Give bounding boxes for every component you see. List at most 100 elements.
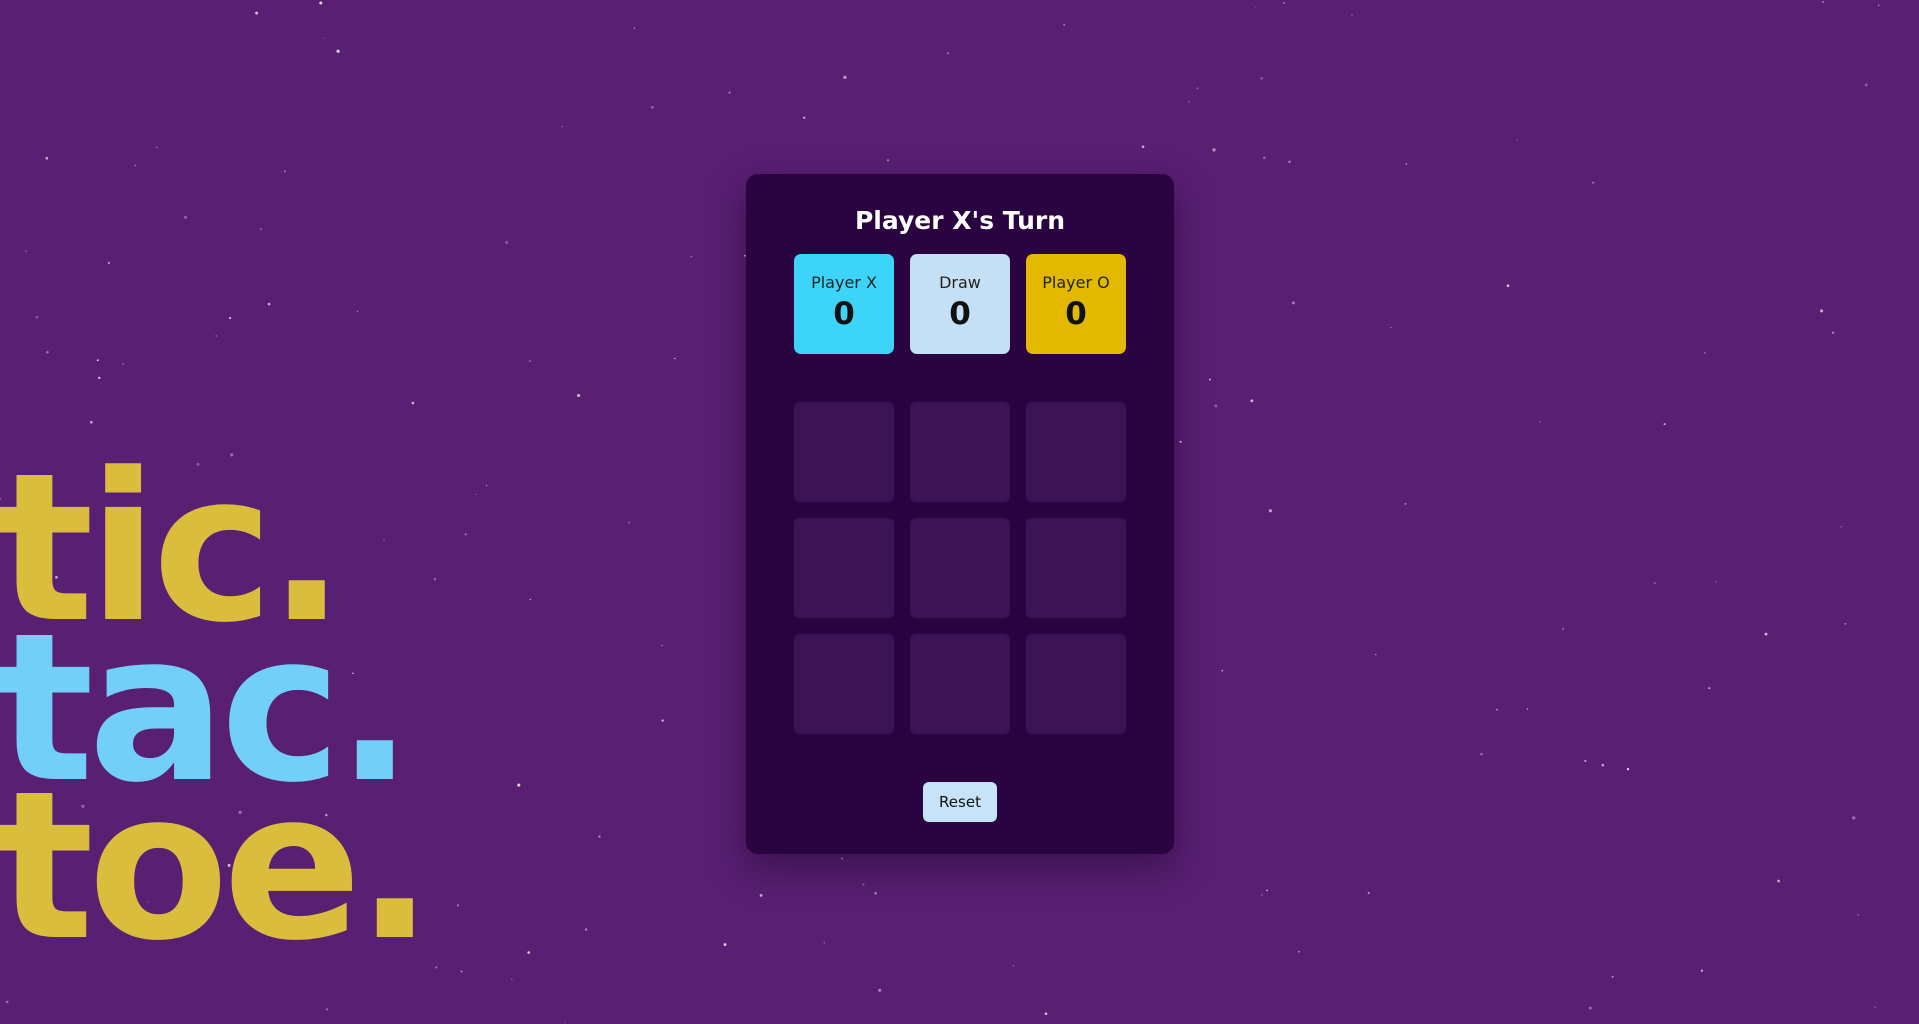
board-cell[interactable]	[1026, 402, 1126, 502]
board-cell[interactable]	[910, 634, 1010, 734]
star	[886, 159, 890, 162]
reset-button[interactable]: Reset	[923, 782, 997, 822]
star	[1584, 759, 1587, 763]
star	[435, 966, 438, 969]
star	[1390, 326, 1392, 329]
star	[1561, 627, 1565, 631]
star	[122, 363, 124, 366]
star	[1480, 752, 1483, 756]
star	[862, 883, 865, 886]
star	[1588, 1006, 1592, 1010]
star	[633, 27, 636, 29]
star	[1708, 687, 1711, 690]
star	[464, 533, 467, 536]
star	[98, 376, 101, 380]
star	[511, 978, 513, 981]
star	[460, 970, 463, 973]
star	[433, 577, 437, 581]
board-cell[interactable]	[910, 402, 1010, 502]
star	[1404, 503, 1407, 505]
score-value: 0	[1065, 296, 1087, 332]
star	[505, 240, 509, 244]
star	[1539, 421, 1541, 423]
star	[1250, 399, 1254, 403]
star	[325, 813, 328, 817]
star	[1260, 894, 1263, 896]
star	[1351, 14, 1353, 16]
star	[147, 901, 149, 903]
star	[1063, 23, 1066, 26]
star	[5, 1000, 9, 1004]
score-card-draw: Draw 0	[910, 254, 1010, 354]
star	[690, 255, 693, 258]
star	[284, 170, 286, 173]
star	[1864, 83, 1868, 87]
star	[242, 744, 246, 748]
star	[134, 164, 136, 167]
star	[1141, 145, 1145, 149]
star	[1857, 914, 1859, 916]
board-cell[interactable]	[1026, 518, 1126, 618]
star	[1260, 77, 1263, 80]
star	[215, 335, 217, 337]
star	[1516, 139, 1518, 141]
star	[878, 988, 882, 992]
star	[598, 835, 601, 838]
star	[527, 951, 530, 954]
star	[325, 1008, 329, 1011]
board-cell[interactable]	[794, 634, 894, 734]
star	[823, 941, 825, 944]
star	[25, 250, 27, 252]
star	[584, 928, 588, 931]
star	[1874, 1006, 1876, 1009]
star	[1188, 101, 1190, 103]
star	[1214, 404, 1218, 408]
star	[1611, 975, 1614, 978]
score-label: Draw	[939, 273, 981, 292]
score-label: Player O	[1042, 273, 1110, 292]
star	[1715, 581, 1717, 583]
star	[759, 894, 763, 897]
star	[1653, 582, 1656, 585]
score-label: Player X	[811, 273, 877, 292]
star	[1764, 632, 1768, 636]
score-value: 0	[833, 296, 855, 332]
board-cell[interactable]	[794, 402, 894, 502]
star	[728, 91, 731, 94]
star	[1822, 0, 1824, 3]
star	[1268, 509, 1272, 513]
star	[55, 575, 58, 579]
star	[96, 359, 99, 362]
star	[485, 484, 488, 487]
star	[802, 116, 806, 119]
star	[227, 863, 231, 867]
star	[204, 507, 207, 510]
star	[1374, 653, 1377, 656]
star	[661, 719, 664, 722]
star	[1506, 284, 1510, 288]
board-cell[interactable]	[794, 518, 894, 618]
star	[1044, 1012, 1048, 1015]
star	[255, 740, 259, 743]
star	[1179, 440, 1182, 443]
star	[561, 125, 563, 128]
star	[674, 357, 676, 360]
board-cell[interactable]	[910, 518, 1010, 618]
score-card-player-o: Player O 0	[1026, 254, 1126, 354]
star	[1852, 816, 1856, 820]
star	[319, 1, 323, 5]
star	[947, 52, 949, 55]
star	[1820, 309, 1824, 313]
star	[1626, 767, 1630, 771]
star	[1262, 156, 1266, 160]
star	[1496, 708, 1498, 711]
star	[81, 804, 85, 808]
star	[352, 672, 354, 675]
star	[628, 521, 630, 524]
star	[841, 857, 844, 860]
star	[1831, 331, 1835, 334]
score-card-player-x: Player X 0	[794, 254, 894, 354]
star	[156, 146, 158, 149]
star	[1291, 301, 1295, 305]
board-cell[interactable]	[1026, 634, 1126, 734]
